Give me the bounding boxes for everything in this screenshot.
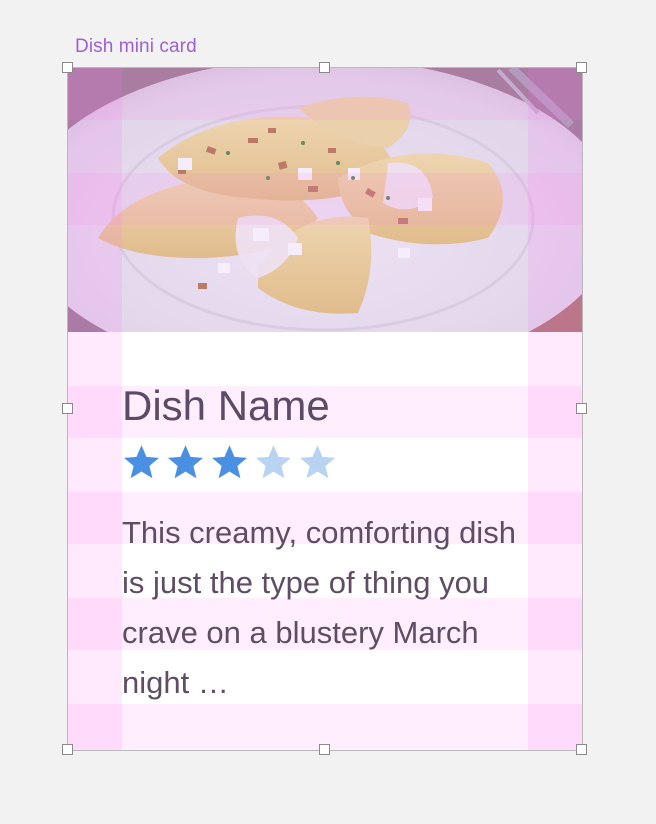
resize-handle-top[interactable] <box>319 62 330 73</box>
dish-photo <box>68 68 582 332</box>
star-filled-icon[interactable] <box>122 444 161 481</box>
resize-handle-left[interactable] <box>62 403 73 414</box>
design-canvas: Dish mini card Dish Name This creamy, co… <box>0 0 656 824</box>
star-empty-icon[interactable] <box>298 444 337 481</box>
dish-mini-card[interactable]: Dish Name This creamy, comforting dish i… <box>68 68 582 750</box>
dish-name: Dish Name <box>122 382 330 429</box>
star-rating[interactable] <box>122 440 342 484</box>
star-filled-icon[interactable] <box>166 444 205 481</box>
frame-label[interactable]: Dish mini card <box>75 36 197 58</box>
star-empty-icon[interactable] <box>254 444 293 481</box>
resize-handle-bottom-left[interactable] <box>62 744 73 755</box>
resize-handle-bottom-right[interactable] <box>576 744 587 755</box>
resize-handle-right[interactable] <box>576 403 587 414</box>
dish-description: This creamy, comforting dish is just the… <box>122 515 516 700</box>
resize-handle-top-right[interactable] <box>576 62 587 73</box>
resize-handle-bottom[interactable] <box>319 744 330 755</box>
star-filled-icon[interactable] <box>210 444 249 481</box>
resize-handle-top-left[interactable] <box>62 62 73 73</box>
